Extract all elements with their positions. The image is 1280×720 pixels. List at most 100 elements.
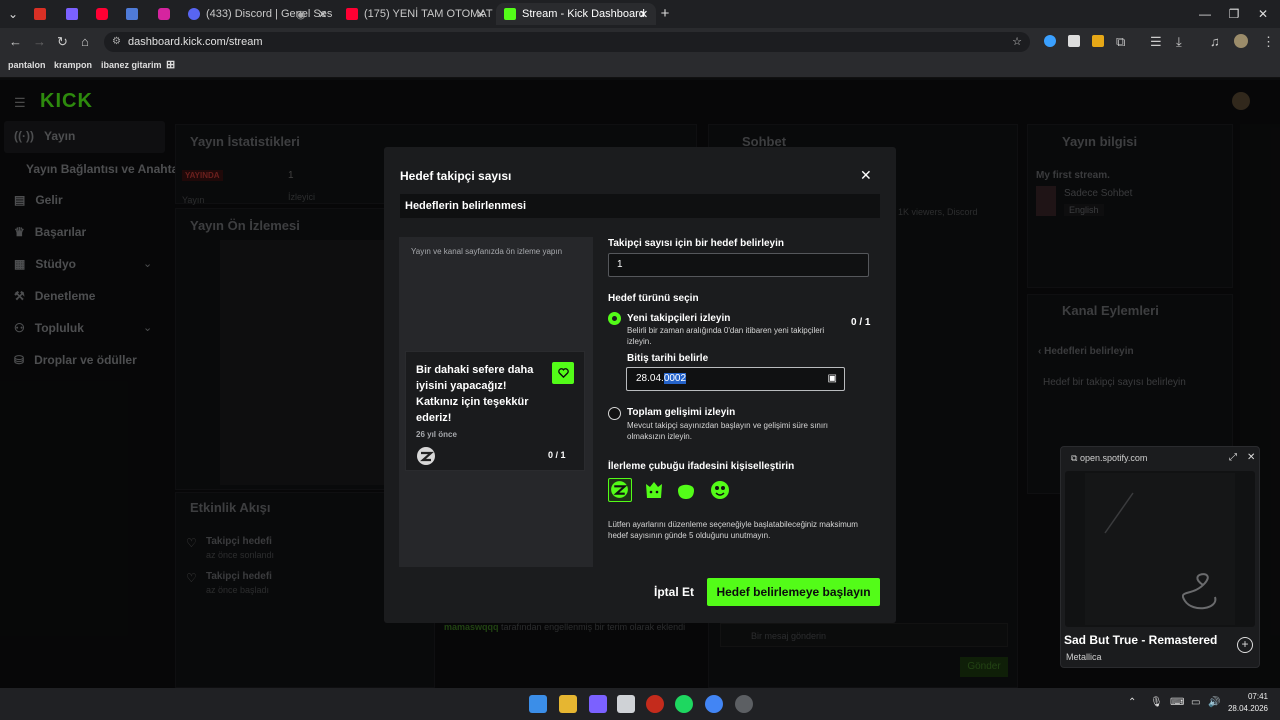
end-date-label: Bitiş tarihi belirle [627,353,709,364]
youtube-icon [346,8,358,20]
file-explorer-icon[interactable] [559,695,577,713]
media-controls-icon[interactable]: ♫ [1210,35,1220,49]
tab-label: (433) Discord | Genel Ses | ... [206,8,335,20]
miniplayer-host: ⧉ open.spotify.com [1071,453,1147,464]
clock-date[interactable]: 28.04.2026 [1226,704,1268,713]
menu-kebab-icon[interactable]: ⋮ [1262,35,1275,49]
close-tab-icon[interactable]: ✕ [476,8,485,21]
spotify-miniplayer: ⧉ open.spotify.com ⤢ ✕ Sad But True - Re… [1060,446,1260,668]
tab-search-button[interactable]: ⌄ [4,5,22,23]
radio-new-followers[interactable] [608,312,621,325]
tab-label: (175) YENİ TAM OTOMATİK TO... [364,8,493,20]
end-date-input[interactable]: 28.04.0002 ▣ [626,367,845,391]
tab-label: Stream - Kick Dashboard [522,8,645,20]
network-icon[interactable]: ▭ [1191,697,1200,708]
heart-icon [552,362,574,384]
track-artist: Metallica [1066,652,1102,662]
clock-time[interactable]: 07:41 [1236,692,1268,701]
opera-icon[interactable] [646,695,664,713]
steam-icon[interactable] [735,695,753,713]
date-year-selected: 0002 [663,373,687,384]
apps-grid-icon[interactable]: ⊞ [166,58,175,71]
store-icon[interactable] [617,695,635,713]
gmail-tab-icon[interactable] [34,8,46,20]
instagram-tab-icon[interactable] [158,8,170,20]
tray-overflow-icon[interactable]: ⌃ [1128,697,1136,708]
kick-k-emote-icon [611,481,628,498]
goal-card: Bir dahaki sefere daha iyisini yapacağız… [405,351,585,471]
chrome-icon[interactable] [705,695,723,713]
extension-icon-1[interactable] [1044,35,1056,47]
bookmark-pantalon[interactable]: pantalon [8,60,46,70]
emote-option-face-icon[interactable] [708,478,732,502]
pinned-tab-icon[interactable] [66,8,78,20]
forward-icon[interactable]: → [33,35,46,49]
modal-subtitle: Hedeflerin belirlenmesi [400,194,880,218]
close-window-icon[interactable]: ✕ [1254,5,1272,23]
bookmark-star-icon[interactable]: ☆ [1012,32,1022,52]
kick-emote-icon [416,446,436,466]
restore-icon[interactable]: ❐ [1225,5,1243,23]
downloads-icon[interactable]: ⤓ [1176,35,1182,49]
tab-kick-dashboard[interactable]: Stream - Kick Dashboard ✕ [496,3,656,25]
minimize-icon[interactable]: — [1196,5,1214,23]
option1-title[interactable]: Yeni takipçileri izleyin [627,313,730,324]
kick-icon [504,8,516,20]
extensions-puzzle-icon[interactable]: ⧉ [1116,35,1125,49]
card-time: 26 yıl önce [416,430,457,439]
profile-avatar[interactable] [1234,34,1248,48]
extension-icon-3[interactable] [1092,35,1104,47]
start-goal-button[interactable]: Hedef belirlemeye başlayın [707,578,880,606]
emote-option-crown-icon[interactable] [642,478,666,502]
start-menu-icon[interactable] [529,695,547,713]
reading-list-icon[interactable]: ☰ [1150,35,1162,49]
modal-title: Hedef takipçi sayısı [400,169,512,183]
emote-option-blob-icon[interactable] [674,478,698,502]
volume-icon[interactable]: 🔊 [1208,697,1220,708]
card-message: Bir dahaki sefere daha iyisini yapacağız… [416,364,534,424]
address-bar[interactable]: ⚙ dashboard.kick.com/stream ☆ [104,32,1030,52]
url-text: dashboard.kick.com/stream [128,36,263,48]
album-cover [1085,473,1235,625]
back-to-tab-icon[interactable]: ⤢ [1229,452,1237,463]
browser-tab-strip: ⌄ (433) Discord | Genel Ses | ... ◉ ✕ (1… [0,0,1280,28]
close-tab-icon[interactable]: ✕ [318,8,327,21]
cancel-button[interactable]: İptal Et [644,578,704,606]
add-to-library-icon[interactable]: + [1237,637,1253,653]
radio-total-growth[interactable] [608,407,621,420]
calendar-icon[interactable]: ▣ [828,368,837,390]
windows-taskbar [0,688,1280,720]
goal-count-input[interactable]: 1 [608,253,869,277]
close-tab-icon[interactable]: ✕ [639,8,648,21]
spotify-icon[interactable] [675,695,693,713]
card-count: 0 / 1 [548,450,566,460]
option2-title[interactable]: Toplam gelişimi izleyin [627,407,735,418]
bookmark-ibanez[interactable]: ibanez gitarim [101,60,162,70]
home-icon[interactable]: ⌂ [81,35,89,49]
tab-discord[interactable]: (433) Discord | Genel Ses | ... ◉ ✕ [180,3,335,25]
taskbar-app-icon[interactable] [589,695,607,713]
type-label: Hedef türünü seçin [608,293,699,304]
preview-hint: Yayın ve kanal sayfanızda ön izleme yapı… [411,247,563,256]
emote-option-selected[interactable] [608,478,632,502]
progress-label: İlerleme çubuğu ifadesini kişiselleştiri… [608,461,795,472]
extension-icon-2[interactable] [1068,35,1080,47]
new-tab-button[interactable]: + [656,5,674,23]
close-icon[interactable]: ✕ [860,167,872,184]
reload-icon[interactable]: ↻ [57,35,68,49]
site-info-icon[interactable]: ⚙ [112,32,121,52]
microphone-icon[interactable]: 🎙 [1150,697,1163,708]
link-icon: ⧉ [1071,453,1078,463]
snake-emblem-icon [1104,492,1217,610]
option1-count: 0 / 1 [851,317,871,328]
goal-label: Takipçi sayısı için bir hedef belirleyin [608,238,784,249]
option2-desc: Mevcut takipçi sayınızdan başlayın ve ge… [627,421,828,441]
back-icon[interactable]: ← [9,35,22,49]
youtube-tab-icon[interactable] [96,8,108,20]
pinned-tab-icon-2[interactable] [126,8,138,20]
keyboard-icon[interactable]: ⌨ [1170,697,1184,708]
date-prefix: 28.04. [636,373,664,384]
tab-youtube[interactable]: (175) YENİ TAM OTOMATİK TO... ✕ [338,3,493,25]
close-miniplayer-icon[interactable]: ✕ [1247,452,1255,463]
bookmark-krampon[interactable]: krampon [54,60,92,70]
